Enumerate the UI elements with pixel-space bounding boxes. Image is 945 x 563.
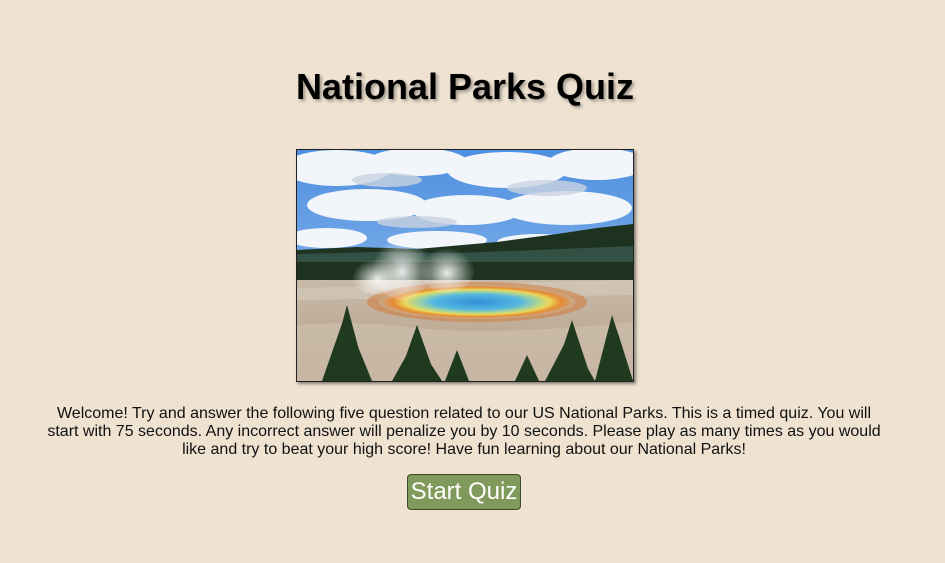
page-title: National Parks Quiz xyxy=(295,66,635,107)
hero-image xyxy=(296,149,634,382)
intro-text: Welcome! Try and answer the following fi… xyxy=(47,405,881,458)
start-quiz-button[interactable]: Start Quiz xyxy=(407,474,521,510)
quiz-start-page: National Parks Quiz Welcome! Try and ans… xyxy=(0,0,945,563)
